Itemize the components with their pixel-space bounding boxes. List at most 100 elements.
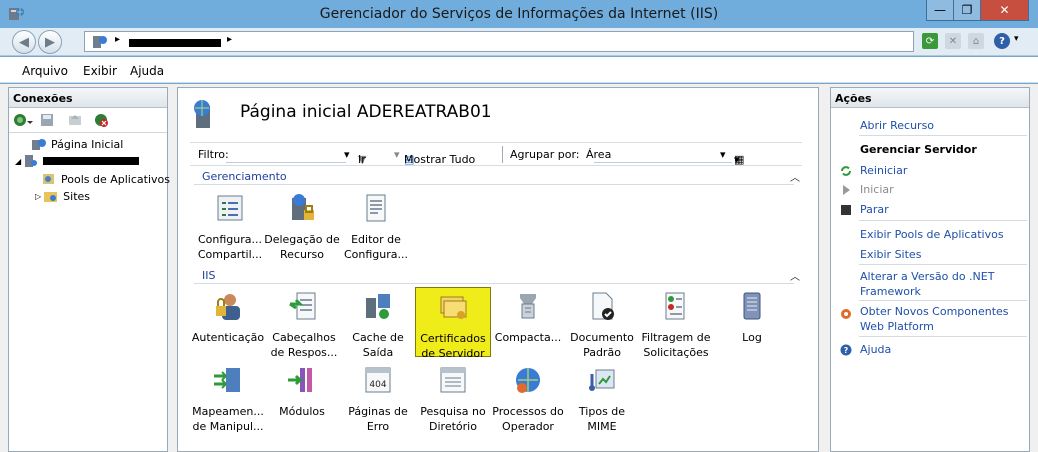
group-by-value[interactable]: Área — [586, 148, 611, 161]
feature-label-line1: Páginas de — [348, 405, 408, 418]
separator — [859, 135, 1027, 136]
feature-server-certificates[interactable]: Certificados de Servidor — [415, 287, 491, 360]
collapse-icon[interactable]: ︿ — [790, 169, 800, 184]
action-start[interactable]: Iniciar — [860, 183, 894, 196]
action-restart[interactable]: Reiniciar — [860, 164, 907, 177]
menu-exibir[interactable]: Exibir — [83, 64, 117, 78]
request-filtering-icon — [665, 292, 685, 320]
action-change-net-version-line2[interactable]: Framework — [860, 285, 921, 298]
feature-worker-processes[interactable]: Processos do Operador — [490, 364, 566, 434]
go-dropdown-arrow[interactable]: ▾ — [394, 148, 400, 161]
feature-output-caching[interactable]: Cache de Saída — [340, 290, 416, 360]
expander-icon[interactable]: ▷ — [35, 192, 41, 201]
action-change-net-version[interactable]: Alterar a Versão do .NET — [860, 270, 994, 283]
handler-mappings-icon — [214, 368, 240, 392]
feature-authentication[interactable]: Autenticação — [190, 290, 266, 345]
menu-bar: Arquivo Exibir Ajuda — [0, 57, 1038, 83]
connect-icon[interactable] — [13, 112, 33, 128]
breadcrumb-separator[interactable]: ▸ — [227, 34, 232, 45]
disconnect-icon[interactable] — [93, 112, 109, 128]
tree-item-pools[interactable]: Pools de Aplicativos — [41, 172, 170, 186]
expander-icon[interactable]: ◢ — [15, 157, 21, 166]
server-icon — [25, 155, 38, 167]
feature-label-line2: de Manipul... — [192, 420, 264, 433]
feature-shared-configuration[interactable]: Configura... Compartil... — [192, 192, 268, 262]
action-get-new-components-line2[interactable]: Web Platform — [860, 320, 934, 333]
close-button[interactable]: ✕ — [980, 0, 1029, 21]
feature-modules[interactable]: Módulos — [264, 364, 340, 419]
output-caching-icon — [366, 294, 390, 319]
filter-input[interactable] — [226, 146, 346, 163]
response-headers-icon — [289, 292, 316, 320]
server-icon — [93, 36, 107, 48]
feature-configuration-editor[interactable]: Editor de Configura... — [338, 192, 414, 262]
feature-delegation[interactable]: Delegação de Recurso — [264, 192, 340, 262]
action-open-feature[interactable]: Abrir Recurso — [860, 119, 934, 132]
mime-types-icon — [589, 369, 615, 391]
feature-label-line2: de Servidor — [421, 347, 485, 360]
section-iis[interactable]: IIS ︿ — [190, 269, 800, 285]
action-view-sites[interactable]: Exibir Sites — [860, 248, 921, 261]
feature-compression[interactable]: Compacta... — [490, 290, 566, 345]
back-button[interactable]: ◀ — [12, 30, 36, 54]
group-by-select[interactable] — [594, 146, 732, 163]
save-icon[interactable] — [39, 112, 55, 128]
feature-logging[interactable]: Log — [714, 290, 790, 345]
action-view-application-pools[interactable]: Exibir Pools de Aplicativos — [860, 228, 1004, 241]
help-button[interactable]: ? — [994, 33, 1010, 49]
server-certificates-icon — [440, 296, 467, 319]
maximize-button[interactable]: ❐ — [953, 0, 981, 21]
menu-ajuda[interactable]: Ajuda — [130, 64, 164, 78]
refresh-button[interactable]: ⟳ — [922, 33, 938, 49]
action-stop[interactable]: Parar — [860, 203, 889, 216]
up-level-icon[interactable] — [67, 112, 83, 128]
breadcrumb[interactable]: ▸ ▸ — [84, 31, 914, 52]
section-divider — [194, 184, 794, 185]
feature-label-line2: Diretório — [429, 420, 477, 433]
connections-title: Conexões — [9, 88, 167, 108]
forward-button[interactable]: ▶ — [38, 30, 62, 54]
default-document-icon — [592, 292, 614, 320]
feature-error-pages[interactable]: 404 Páginas de Erro — [340, 364, 416, 434]
feature-handler-mappings[interactable]: Mapeamen... de Manipul... — [190, 364, 266, 434]
section-title: IIS — [202, 269, 216, 282]
feature-label-line2: MIME — [587, 420, 617, 433]
stop-button[interactable]: ✕ — [945, 33, 961, 49]
feature-label-line1: Filtragem de — [641, 331, 711, 344]
collapse-icon[interactable]: ︿ — [790, 268, 800, 283]
feature-mime-types[interactable]: Tipos de MIME — [564, 364, 640, 434]
error-pages-icon: 404 — [365, 367, 391, 393]
feature-directory-browsing[interactable]: Pesquisa no Diretório — [415, 364, 491, 434]
action-group-manage-server: Gerenciar Servidor — [860, 143, 977, 156]
section-gerenciamento[interactable]: Gerenciamento ︿ — [190, 170, 800, 186]
show-all-label: Mostrar Tudo — [404, 153, 476, 166]
group-by-dropdown-arrow[interactable]: ▾ — [720, 148, 726, 161]
feature-label-line1: Mapeamen... — [192, 405, 264, 418]
home-button[interactable]: ⌂ — [968, 33, 984, 49]
group-by-label: Agrupar por: — [510, 148, 580, 161]
feature-label-line1: Cache de — [352, 331, 404, 344]
menu-arquivo[interactable]: Arquivo — [22, 64, 68, 78]
minimize-button[interactable]: — — [926, 0, 954, 21]
breadcrumb-separator[interactable]: ▸ — [115, 34, 120, 45]
help-dropdown-arrow[interactable]: ▾ — [1014, 34, 1019, 44]
separator — [859, 300, 1027, 301]
feature-default-document[interactable]: Documento Padrão — [564, 290, 640, 360]
feature-label-line1: Certificados — [420, 332, 486, 345]
feature-label-line1: Módulos — [279, 405, 325, 418]
title-bar: Gerenciador do Serviços de Informações d… — [0, 0, 1038, 28]
logging-icon — [743, 292, 761, 320]
directory-browsing-icon — [440, 367, 466, 393]
actions-panel: Ações Abrir Recurso Gerenciar Servidor R… — [830, 87, 1030, 452]
feature-http-response-headers[interactable]: Cabeçalhos de Respos... — [266, 290, 342, 360]
tree-item-home[interactable]: Página Inicial — [31, 137, 123, 151]
tree-item-server[interactable]: ◢ — [15, 154, 140, 168]
action-help[interactable]: Ajuda — [860, 343, 891, 356]
feature-request-filtering[interactable]: Filtragem de Solicitações — [638, 290, 714, 360]
tree-item-sites[interactable]: ▷ Sites — [35, 189, 90, 203]
feature-label-line2: Erro — [366, 420, 390, 433]
filter-dropdown-arrow[interactable]: ▾ — [344, 148, 350, 161]
action-get-new-components[interactable]: Obter Novos Componentes — [860, 305, 1009, 318]
feature-label-line2: Padrão — [583, 346, 621, 359]
address-bar: ◀ ▶ ▸ ▸ ⟳ ✕ ⌂ ? ▾ — [0, 28, 1038, 56]
